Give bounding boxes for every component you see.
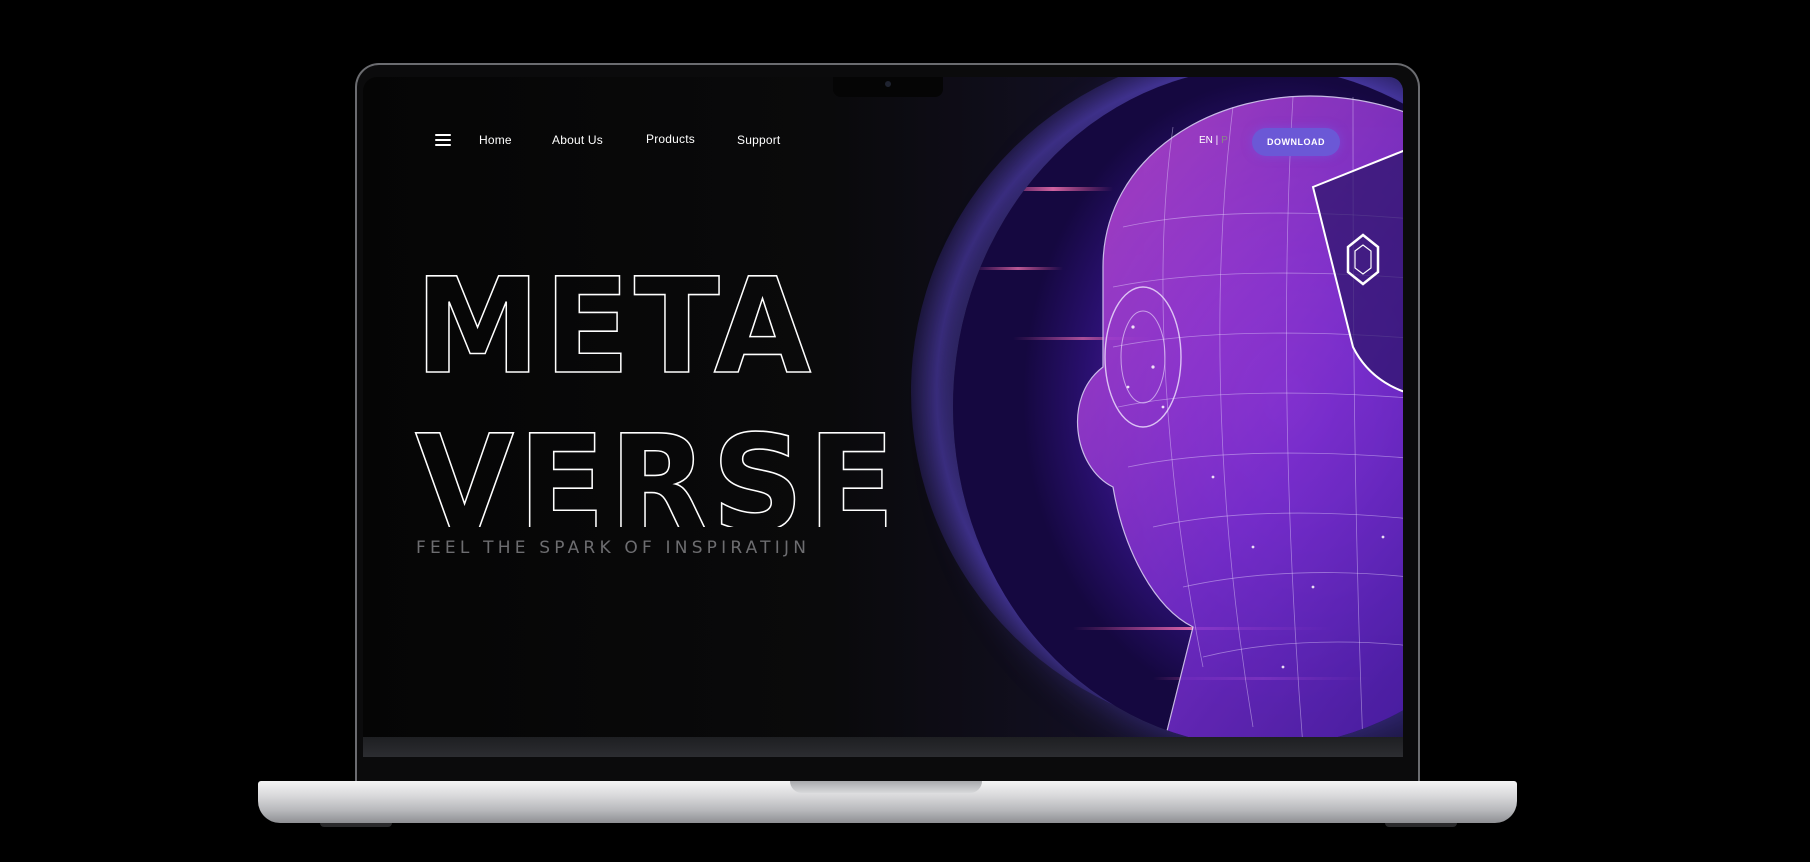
nav-link-support[interactable]: Support — [737, 133, 780, 147]
language-switcher[interactable]: EN | P — [1199, 135, 1228, 146]
camera-notch — [833, 77, 943, 97]
vr-wireframe-head-illustration — [973, 95, 1403, 747]
hero-title: META VERSE — [414, 267, 899, 527]
website-screen: Home About Us Products Support EN | P DO… — [363, 77, 1403, 757]
nav-link-products[interactable]: Products — [646, 132, 695, 146]
laptop-opening-notch — [790, 781, 982, 793]
nav-link-home[interactable]: Home — [479, 133, 512, 147]
download-button[interactable]: DOWNLOAD — [1252, 128, 1340, 156]
screen-bottom-hinge — [363, 737, 1403, 757]
laptop-mockup-scene: Home About Us Products Support EN | P DO… — [0, 0, 1810, 862]
language-active[interactable]: EN — [1199, 135, 1213, 146]
hero-image-vr-head — [953, 77, 1403, 747]
hero-tagline: FEEL THE SPARK OF INSPIRATIJN — [416, 538, 811, 558]
laptop-foot-left — [320, 823, 392, 827]
laptop-base — [258, 781, 1517, 823]
language-other[interactable]: P — [1218, 135, 1228, 146]
hero-title-line1: META — [415, 267, 815, 404]
camera-icon — [885, 81, 891, 87]
hero-title-line2: VERSE — [415, 407, 899, 527]
nav-link-about-us[interactable]: About Us — [552, 133, 603, 147]
laptop-foot-right — [1385, 823, 1457, 827]
hamburger-menu-icon[interactable] — [435, 134, 451, 148]
